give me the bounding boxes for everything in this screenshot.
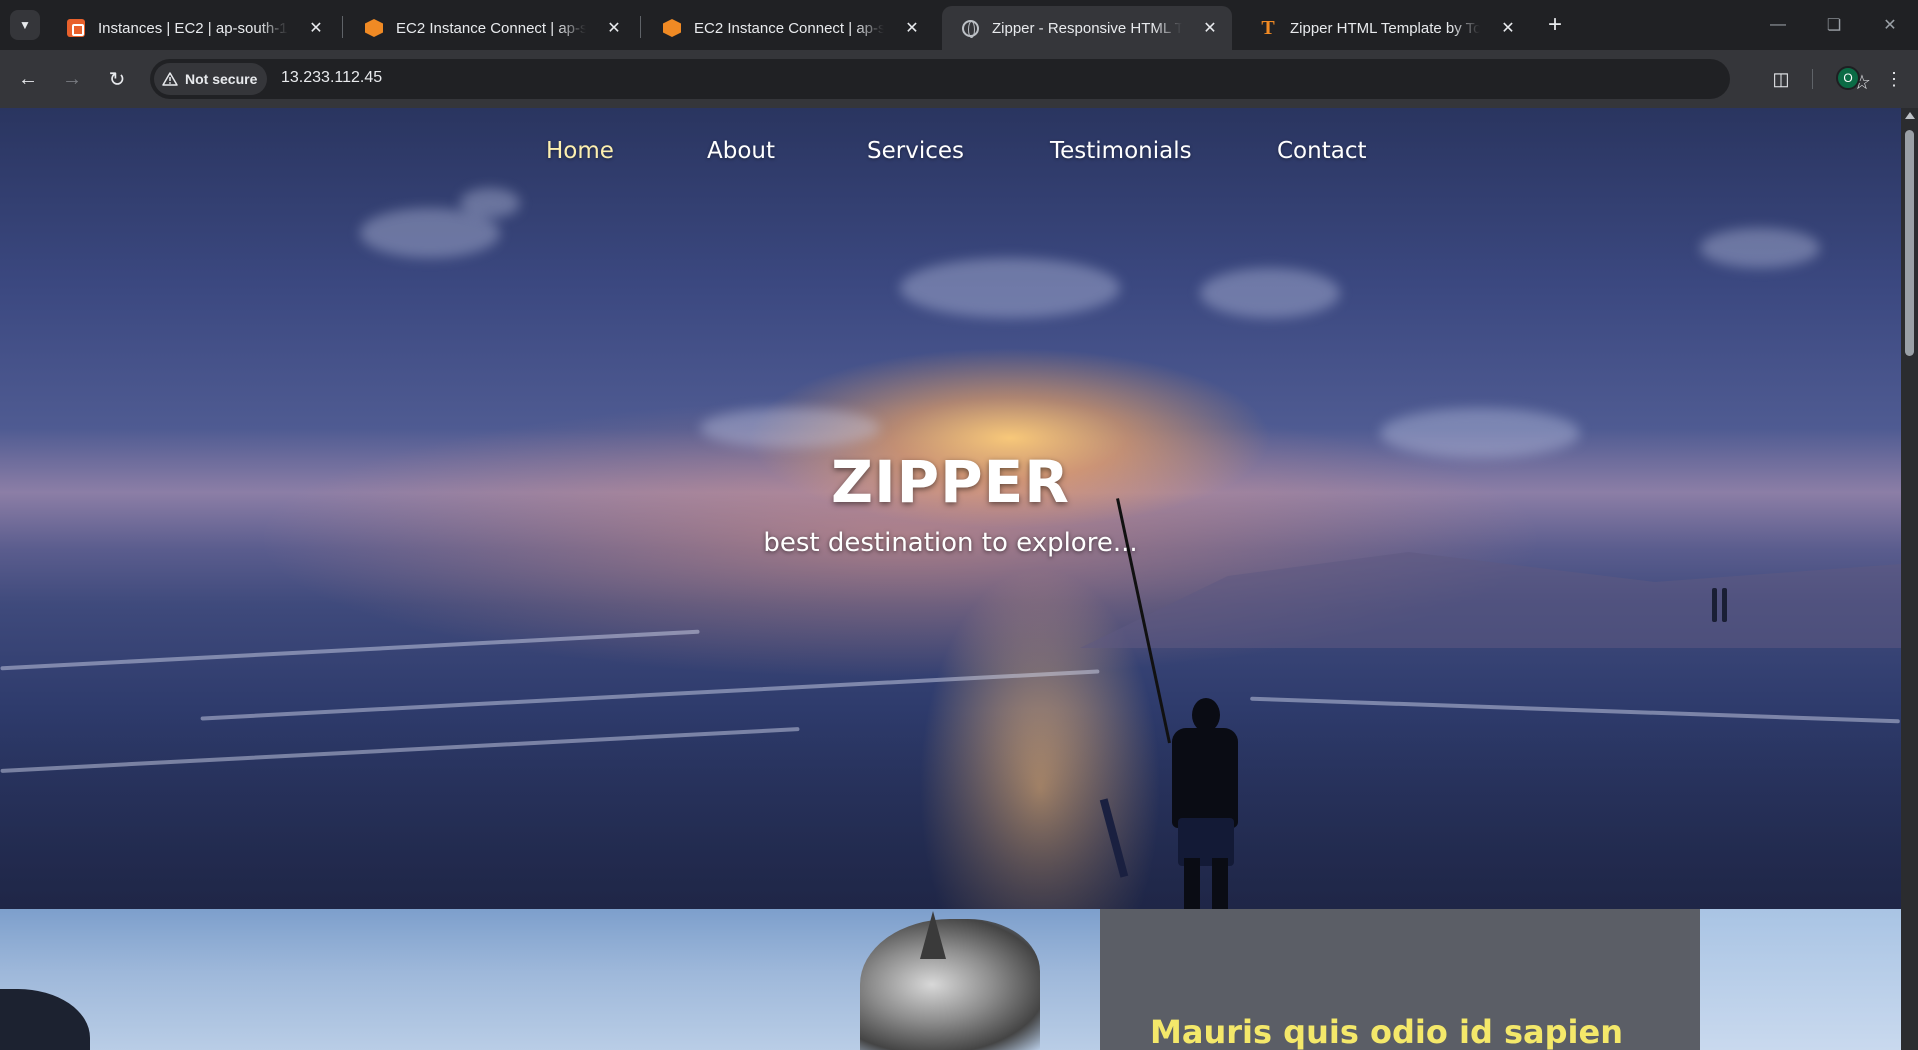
tab-zipper-active[interactable]: Zipper - Responsive HTML Template ✕ <box>942 6 1232 50</box>
close-tab-icon[interactable]: ✕ <box>1498 18 1518 38</box>
sky-photo <box>1700 909 1901 1050</box>
close-window-button[interactable]: ✕ <box>1862 0 1918 50</box>
t-letter-icon: T <box>1261 16 1275 39</box>
minimize-icon: — <box>1770 16 1786 33</box>
distant-person <box>1712 588 1717 622</box>
close-icon: ✕ <box>1883 17 1897 34</box>
page-scrollbar[interactable] <box>1901 108 1918 1050</box>
scroll-up-arrow-icon[interactable] <box>1905 112 1915 119</box>
fisherman-silhouette <box>1158 698 1248 909</box>
aws-cube-icon <box>364 18 384 38</box>
forward-button[interactable]: → <box>56 63 88 95</box>
nav-services[interactable]: Services <box>867 138 964 164</box>
site-security-chip[interactable]: Not secure <box>154 63 268 95</box>
page-viewport: Home About Services Testimonials Contact… <box>0 108 1901 1050</box>
reload-button[interactable]: ↻ <box>101 63 133 95</box>
cloud-image <box>1200 268 1340 318</box>
close-tab-icon[interactable]: ✕ <box>902 18 922 38</box>
scroll-thumb[interactable] <box>1905 130 1914 356</box>
tab-title: Zipper HTML Template by Toop <box>1290 19 1480 37</box>
hero-section: Home About Services Testimonials Contact… <box>0 108 1901 909</box>
tab-title: Zipper - Responsive HTML Template <box>992 19 1182 37</box>
tab-zipper-toop[interactable]: T Zipper HTML Template by Toop ✕ <box>1240 6 1530 50</box>
arrow-left-icon: ← <box>18 67 38 90</box>
aws-ec2-icon <box>66 18 86 38</box>
tab-ec2-connect-1[interactable]: EC2 Instance Connect | ap-south-1 ✕ <box>346 6 636 50</box>
back-button[interactable]: ← <box>12 63 44 95</box>
cloud-image <box>700 408 880 448</box>
cloud-image <box>1700 228 1820 268</box>
tab-separator <box>342 16 343 38</box>
tab-ec2-instances[interactable]: Instances | EC2 | ap-south-1 ✕ <box>48 6 338 50</box>
horse-photo <box>0 909 1100 1050</box>
new-tab-button[interactable]: + <box>1540 10 1570 40</box>
tab-separator <box>640 16 641 38</box>
arrow-right-icon: → <box>62 67 82 90</box>
site-nav: Home About Services Testimonials Contact <box>0 138 1901 178</box>
profile-avatar[interactable]: O <box>1836 66 1860 90</box>
security-label: Not secure <box>185 71 258 87</box>
hero-title: ZIPPER <box>831 448 1070 516</box>
reload-icon: ↻ <box>108 68 126 91</box>
section-heading: Mauris quis odio id sapien <box>1150 1013 1623 1050</box>
nav-testimonials[interactable]: Testimonials <box>1050 138 1192 164</box>
tab-title: Instances | EC2 | ap-south-1 <box>98 19 288 37</box>
close-tab-icon[interactable]: ✕ <box>306 18 326 38</box>
tab-ec2-connect-2[interactable]: EC2 Instance Connect | ap-south-1 ✕ <box>644 6 934 50</box>
text-panel: Mauris quis odio id sapien <box>1100 909 1700 1050</box>
address-bar[interactable]: Not secure 13.233.112.45 ☆ <box>150 59 1871 99</box>
wave-line <box>0 629 700 671</box>
minimize-button[interactable]: — <box>1750 0 1806 50</box>
chevron-down-icon: ▼ <box>19 18 31 32</box>
browser-toolbar: ← → ↻ Not secure 13.233.112.45 ☆ ◫ O ⋮ <box>0 50 1918 108</box>
restore-button[interactable]: ❏ <box>1806 0 1862 50</box>
warning-icon <box>162 72 178 86</box>
url-text[interactable]: 13.233.112.45 <box>281 69 382 87</box>
nav-contact[interactable]: Contact <box>1277 138 1366 164</box>
cloud-image <box>460 188 520 218</box>
puzzle-icon: ◫ <box>1772 68 1790 89</box>
hero-subtitle: best destination to explore... <box>763 528 1138 558</box>
aws-cube-icon <box>662 18 682 38</box>
menu-button[interactable]: ⋮ <box>1878 63 1910 95</box>
shore-image <box>0 708 1901 909</box>
nav-about[interactable]: About <box>707 138 775 164</box>
toolbar-divider <box>1812 69 1813 89</box>
tab-title: EC2 Instance Connect | ap-south-1 <box>396 19 586 37</box>
cloud-image <box>900 258 1120 318</box>
extensions-button[interactable]: ◫ <box>1765 63 1797 95</box>
globe-icon <box>960 18 980 38</box>
content-section: Mauris quis odio id sapien <box>0 909 1901 1050</box>
nav-home[interactable]: Home <box>546 138 614 164</box>
more-vertical-icon: ⋮ <box>1885 68 1903 89</box>
plus-icon: + <box>1547 11 1562 38</box>
restore-icon: ❏ <box>1826 17 1842 34</box>
distant-person <box>1722 588 1727 622</box>
tab-strip: ▼ Instances | EC2 | ap-south-1 ✕ EC2 Ins… <box>0 0 1918 50</box>
close-tab-icon[interactable]: ✕ <box>604 18 624 38</box>
close-tab-icon[interactable]: ✕ <box>1200 18 1220 38</box>
tab-search-button[interactable]: ▼ <box>10 10 40 40</box>
tab-title: EC2 Instance Connect | ap-south-1 <box>694 19 884 37</box>
